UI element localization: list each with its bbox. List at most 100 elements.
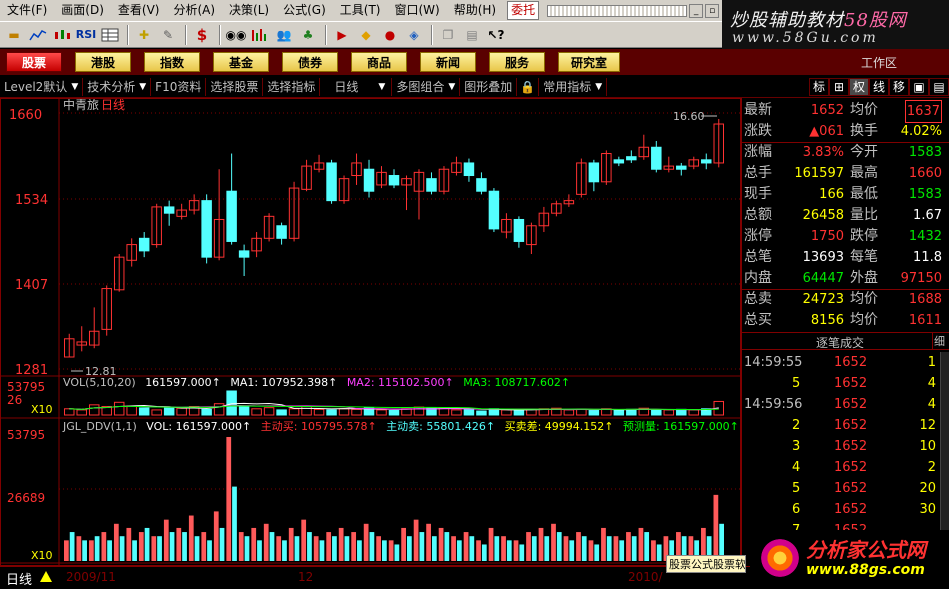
menu-window[interactable]: 窗口(W): [387, 0, 446, 21]
f10-info-button[interactable]: F10资料: [151, 77, 207, 96]
tab-line[interactable]: 线: [869, 77, 889, 96]
quote-value: 1583: [908, 187, 942, 202]
status-period[interactable]: 日线: [6, 569, 32, 588]
tab-services[interactable]: 服务: [489, 52, 545, 72]
tab-hk-stocks[interactable]: 港股: [75, 52, 131, 72]
ddv-buy-bar: [463, 532, 469, 561]
volume-bar: [588, 409, 600, 416]
work-area-label[interactable]: 工作区: [861, 54, 897, 71]
tick-row: 14:59:55 1652 1: [742, 352, 949, 373]
crosshair-icon[interactable]: ✚: [133, 25, 155, 45]
menu-file[interactable]: 文件(F): [0, 0, 54, 21]
menu-formula[interactable]: 公式(G): [276, 0, 333, 21]
ddv-buy-bar: [326, 532, 332, 561]
candle-body: [626, 156, 637, 161]
ddv-sell-bar: [232, 486, 237, 561]
print-icon[interactable]: ▤: [461, 25, 483, 45]
candle-body: [238, 250, 250, 258]
help-cursor-icon[interactable]: ↖?: [485, 25, 507, 45]
menu-tools[interactable]: 工具(T): [333, 0, 388, 21]
trade-order-button[interactable]: 委托: [507, 1, 540, 20]
period-dropdown[interactable]: 日线 ▼: [320, 77, 393, 96]
ddv-sell-bar: [307, 532, 312, 561]
ruler-icon[interactable]: ✎: [157, 25, 179, 45]
tick-time: 2: [792, 418, 801, 433]
formula-software-button[interactable]: 股票公式股票软: [666, 555, 746, 573]
menu-decision[interactable]: 决策(L): [222, 0, 276, 21]
triangle-up-icon[interactable]: [40, 571, 52, 582]
dollar-icon[interactable]: $: [191, 25, 213, 45]
select-indicator-button[interactable]: 选择指标: [263, 77, 321, 96]
ddv-forecast: 预测量: 161597.000↑: [623, 420, 739, 433]
ddv-sell-bar: [519, 544, 525, 561]
kline-chart[interactable]: 中青旅 日线 1660 1534 1407 1281 16.60 12.81 5…: [1, 99, 742, 567]
ddv-sell-bar: [569, 540, 575, 561]
tab-research[interactable]: 研究室: [558, 52, 620, 72]
rsi-icon[interactable]: RSI: [75, 25, 97, 45]
chart-area[interactable]: 中青旅 日线 1660 1534 1407 1281 16.60 12.81 5…: [0, 98, 742, 567]
kline-icon[interactable]: [51, 25, 73, 45]
tab-funds[interactable]: 基金: [213, 52, 269, 72]
level2-default-dropdown[interactable]: Level2默认 ▼: [0, 77, 84, 96]
restore-icon[interactable]: ▫: [705, 3, 720, 18]
ddv-y-label: 53795: [7, 428, 45, 442]
tab-window-b[interactable]: ▤: [929, 77, 949, 96]
copy-icon[interactable]: ❐: [437, 25, 459, 45]
tab-mark[interactable]: 标: [809, 77, 829, 96]
menu-view-screen[interactable]: 画面(D): [54, 0, 111, 21]
ddv-buy-bar: [113, 523, 119, 561]
tech-analysis-dropdown[interactable]: 技术分析 ▼: [83, 77, 152, 96]
bars-icon[interactable]: [249, 25, 271, 45]
binoculars-icon[interactable]: ◉◉: [225, 25, 247, 45]
overlay-button[interactable]: 图形叠加: [460, 77, 518, 96]
open-icon[interactable]: ▬: [3, 25, 25, 45]
tab-bonds[interactable]: 债券: [282, 52, 338, 72]
vol-indicator-text: VOL(5,10,20) 161597.000↑ MA1: 107952.398…: [63, 376, 570, 389]
diamond-icon[interactable]: ◆: [355, 25, 377, 45]
candle-body: [651, 146, 662, 170]
select-stock-button[interactable]: 选择股票: [206, 77, 264, 96]
common-indicator-dropdown[interactable]: 常用指标 ▼: [539, 77, 608, 96]
alarm-icon[interactable]: ♣: [297, 25, 319, 45]
tab-window-a[interactable]: ▣: [909, 77, 929, 96]
tick-row: 5 1652 4: [742, 373, 949, 394]
volume-bar: [263, 407, 275, 416]
line-chart-icon[interactable]: [27, 25, 49, 45]
dropdown-arrow-icon: ▼: [139, 81, 147, 92]
toolbar-separator: [325, 24, 327, 45]
tab-stocks[interactable]: 股票: [6, 52, 62, 72]
candle-body: [463, 162, 475, 177]
table-icon[interactable]: [99, 25, 121, 45]
quote-value: ▲061: [809, 124, 844, 139]
tick-detail-button[interactable]: 细: [932, 333, 946, 349]
tag-icon[interactable]: ◈: [403, 25, 425, 45]
menu-analysis[interactable]: 分析(A): [166, 0, 222, 21]
tab-grid[interactable]: ⊞: [829, 77, 849, 96]
menu-help[interactable]: 帮助(H): [447, 0, 503, 21]
candle-body: [476, 178, 487, 192]
tab-move[interactable]: 移: [889, 77, 909, 96]
ddv-sell-bar: [169, 532, 175, 561]
tab-rights[interactable]: 权: [849, 77, 869, 96]
vol-ma1: MA1: 107952.398↑: [230, 376, 337, 389]
tab-commodities[interactable]: 商品: [351, 52, 407, 72]
ddv-sell-bar: [656, 544, 662, 561]
tick-row: 6 1652 30: [742, 499, 949, 520]
people-icon[interactable]: 👥: [273, 25, 295, 45]
volume-bar: [476, 410, 487, 416]
export-icon[interactable]: ▶: [331, 25, 353, 45]
tick-row: 4 1652 2: [742, 457, 949, 478]
ddv-sell-bar: [269, 532, 275, 561]
ddv-buy-bar: [401, 527, 406, 561]
ddv-sell-bar: [144, 527, 150, 561]
common-indicator-label: 常用指标: [543, 80, 592, 94]
tab-news[interactable]: 新闻: [420, 52, 476, 72]
tab-index[interactable]: 指数: [144, 52, 200, 72]
volume-bar: [163, 407, 175, 416]
date-axis-label: 12: [298, 570, 314, 584]
minimize-icon[interactable]: _: [689, 3, 704, 18]
lock-icon[interactable]: 🔒: [517, 77, 540, 96]
multi-chart-dropdown[interactable]: 多图组合 ▼: [392, 77, 461, 96]
globe-icon[interactable]: ●: [379, 25, 401, 45]
menu-view[interactable]: 查看(V): [111, 0, 167, 21]
